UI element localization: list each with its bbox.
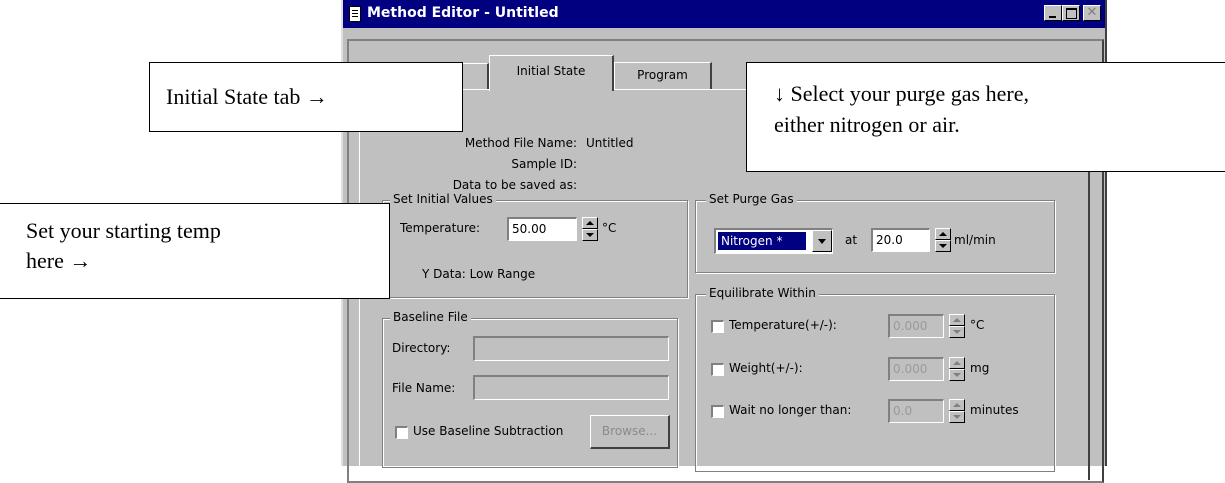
spin-up-arrow-icon[interactable] xyxy=(949,399,965,411)
purge-gas-title: Set Purge Gas xyxy=(706,192,797,206)
temperature-spinner[interactable] xyxy=(582,217,598,241)
callout-starting-temp: Set your starting temp here → xyxy=(0,203,390,299)
flow-rate-input[interactable]: 20.0 xyxy=(871,228,930,252)
y-data-label: Y Data: Low Range xyxy=(422,267,536,281)
tab-program[interactable]: Program xyxy=(614,62,712,89)
document-icon xyxy=(349,6,361,22)
initial-values-group xyxy=(382,200,688,298)
title-bar: Method Editor - Untitled ✕ xyxy=(343,0,1105,28)
wait-spinner[interactable] xyxy=(949,399,965,423)
wait-label: Wait no longer than: xyxy=(729,403,852,417)
initial-temperature-input[interactable]: 50.00 xyxy=(507,217,577,241)
temperature-label: Temperature: xyxy=(400,221,481,235)
directory-label: Directory: xyxy=(392,341,451,355)
equilibrate-temperature-spinner[interactable] xyxy=(949,314,965,338)
purge-gas-selected[interactable]: Nitrogen * xyxy=(718,232,806,250)
spin-up-arrow-icon[interactable] xyxy=(949,357,965,369)
use-baseline-subtraction-label: Use Baseline Subtraction xyxy=(413,424,564,438)
sample-id-label: Sample ID: xyxy=(511,157,577,171)
close-button[interactable]: ✕ xyxy=(1083,5,1101,21)
spin-up-arrow-icon[interactable] xyxy=(935,228,951,240)
wait-checkbox[interactable] xyxy=(711,405,724,418)
file-name-label: File Name: xyxy=(392,381,456,395)
callout-temp-line1: Set your starting temp xyxy=(26,218,221,243)
initial-values-title: Set Initial Values xyxy=(390,192,496,206)
weight-label: Weight(+/-): xyxy=(729,361,803,375)
callout-purge-gas: ↓ Select your purge gas here, either nit… xyxy=(746,62,1225,172)
flow-rate-spinner[interactable] xyxy=(935,228,951,252)
wait-unit: minutes xyxy=(970,403,1019,417)
baseline-file-title: Baseline File xyxy=(390,310,471,324)
equilibrate-title: Equilibrate Within xyxy=(706,286,819,300)
callout-purge-line2: either nitrogen or air. xyxy=(774,112,960,137)
at-label: at xyxy=(845,233,858,247)
wait-input[interactable]: 0.0 xyxy=(888,399,944,423)
spin-down-arrow-icon[interactable] xyxy=(935,240,951,252)
spin-down-arrow-icon[interactable] xyxy=(949,326,965,338)
tab-initial-state[interactable]: Initial State xyxy=(489,55,614,91)
spin-down-arrow-icon[interactable] xyxy=(582,229,598,241)
window-title: Method Editor - Untitled xyxy=(367,5,559,21)
equilibrate-temperature-unit: °C xyxy=(970,318,985,332)
method-file-name-value: Untitled xyxy=(586,136,634,150)
weight-input[interactable]: 0.000 xyxy=(888,357,944,381)
equilibrate-temperature-checkbox[interactable] xyxy=(711,320,724,333)
spin-down-arrow-icon[interactable] xyxy=(949,369,965,381)
chevron-down-icon[interactable] xyxy=(812,230,832,252)
weight-checkbox[interactable] xyxy=(711,363,724,376)
file-name-input[interactable] xyxy=(473,375,669,400)
data-saved-as-label: Data to be saved as: xyxy=(452,178,577,192)
purge-gas-select[interactable]: Nitrogen * xyxy=(714,228,833,254)
flow-rate-unit: ml/min xyxy=(954,233,996,247)
callout-tab-text: Initial State tab → xyxy=(166,84,328,109)
equilibrate-temperature-input[interactable]: 0.000 xyxy=(888,314,944,338)
weight-unit: mg xyxy=(970,361,990,375)
equilibrate-temperature-label: Temperature(+/-): xyxy=(729,318,837,332)
method-file-name-label: Method File Name: xyxy=(464,136,577,150)
directory-input[interactable] xyxy=(473,336,669,361)
minimize-button[interactable] xyxy=(1044,5,1062,21)
callout-initial-state-tab: Initial State tab → xyxy=(149,62,463,132)
weight-spinner[interactable] xyxy=(949,357,965,381)
spin-up-arrow-icon[interactable] xyxy=(582,217,598,229)
maximize-button[interactable] xyxy=(1062,5,1080,21)
callout-temp-line2: here → xyxy=(26,248,92,273)
temperature-unit: °C xyxy=(602,221,617,235)
use-baseline-subtraction-checkbox[interactable] xyxy=(395,426,408,439)
callout-purge-line1: ↓ Select your purge gas here, xyxy=(774,81,1029,106)
spin-up-arrow-icon[interactable] xyxy=(949,314,965,326)
spin-down-arrow-icon[interactable] xyxy=(949,411,965,423)
browse-button[interactable]: Browse... xyxy=(590,415,670,449)
